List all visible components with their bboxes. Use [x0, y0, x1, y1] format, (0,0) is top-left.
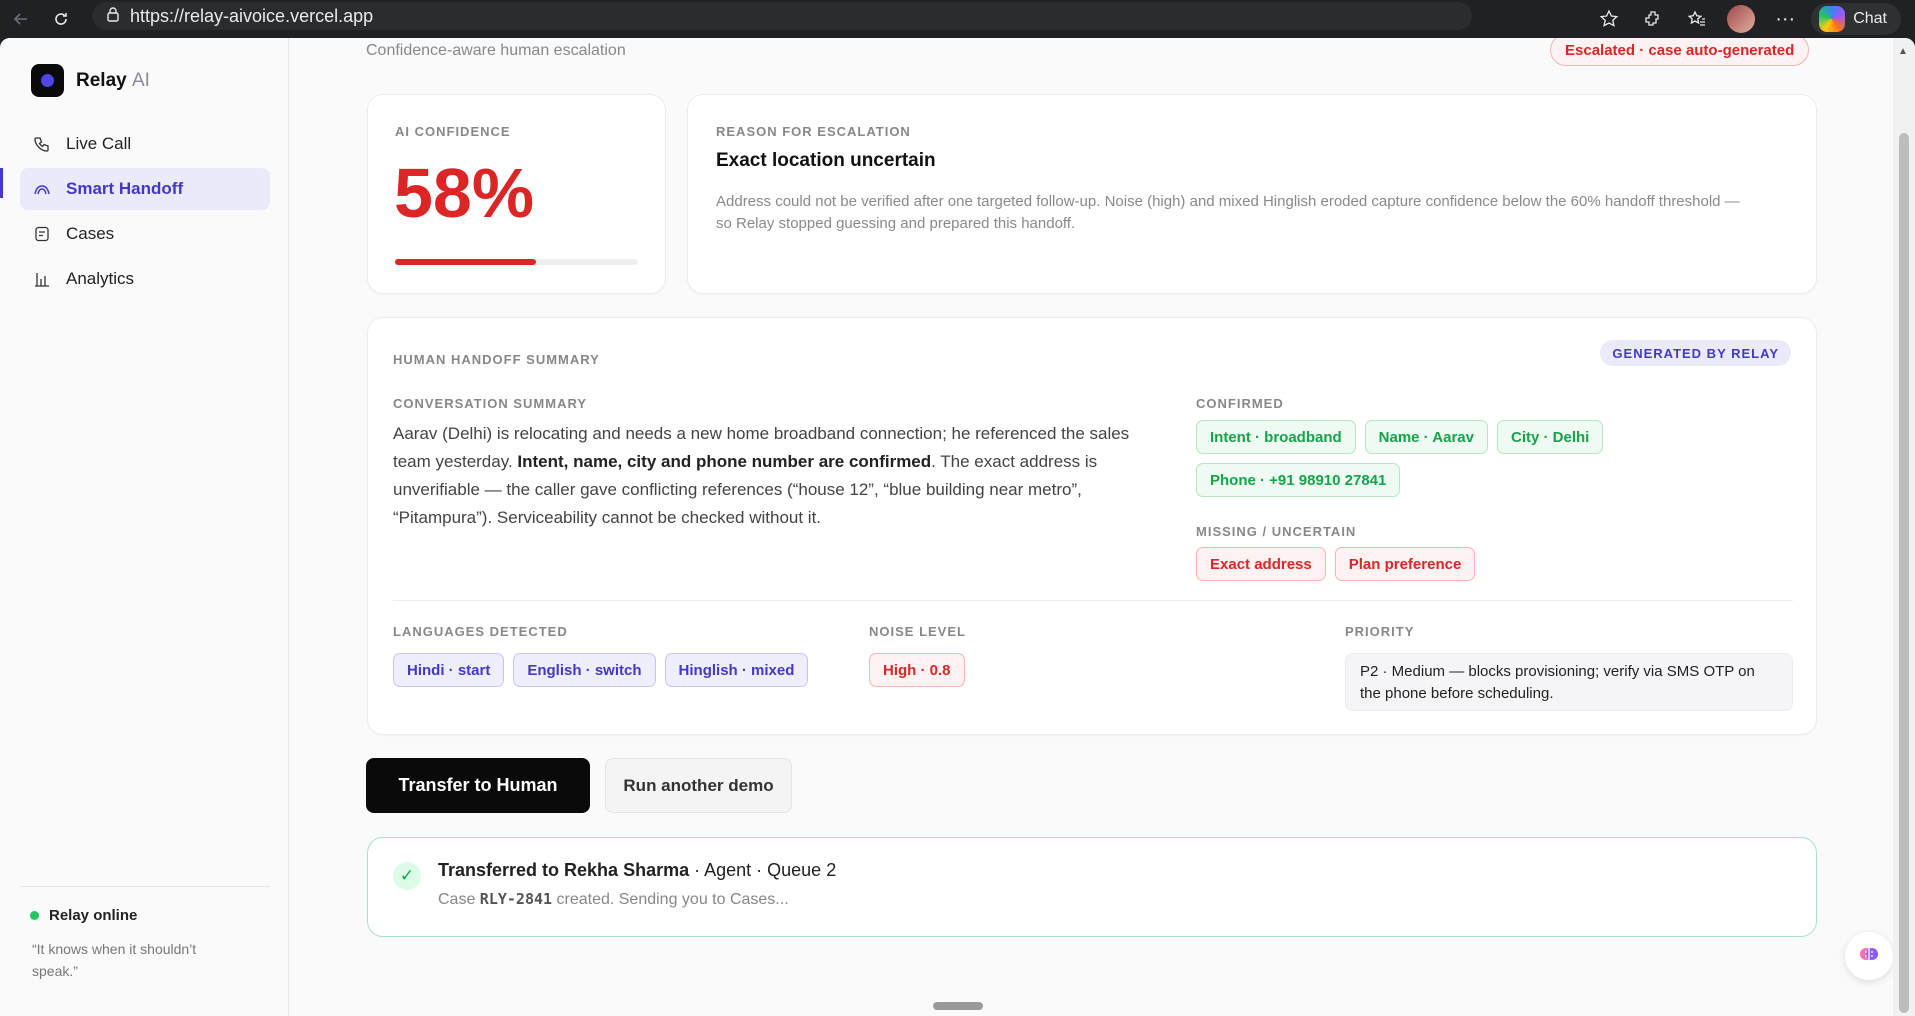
handoff-icon	[32, 179, 52, 199]
missing-chip: Exact address	[1196, 547, 1326, 581]
confirmed-chip: Name · Aarav	[1364, 420, 1488, 454]
confidence-bar	[395, 259, 638, 265]
browser-toolbar: https://relay-aivoice.vercel.app ··· Cha…	[0, 0, 1915, 38]
reload-icon[interactable]	[46, 4, 76, 34]
scroll-up-arrow-icon[interactable]: ▲	[1898, 46, 1908, 57]
brand-name: Relay	[76, 69, 127, 91]
confidence-label: AI CONFIDENCE	[395, 124, 511, 139]
conversation-summary-label: CONVERSATION SUMMARY	[393, 396, 588, 411]
conversation-text-bold: Intent, name, city and phone number are …	[517, 452, 932, 471]
assistant-brain-button[interactable]	[1845, 932, 1893, 980]
brand-logo-icon	[31, 64, 64, 97]
address-bar[interactable]: https://relay-aivoice.vercel.app	[92, 2, 1472, 30]
missing-chips: Exact address Plan preference	[1196, 547, 1476, 581]
priority-box: P2 · Medium — blocks provisioning; verif…	[1345, 653, 1793, 711]
sidebar-item-label: Live Call	[66, 134, 132, 153]
missing-chip: Plan preference	[1334, 547, 1476, 581]
noise-chips: High · 0.8	[869, 653, 965, 687]
brain-icon	[1857, 942, 1881, 971]
reason-card: REASON FOR ESCALATION Exact location unc…	[687, 94, 1817, 294]
transfer-agent-name: Transferred to Rekha Sharma	[438, 860, 690, 880]
language-chip: English · switch	[513, 653, 656, 687]
vertical-scrollbar[interactable]: ▲	[1893, 38, 1915, 1016]
favorites-icon[interactable]	[1679, 3, 1715, 35]
transfer-status-card: ✓ Transferred to Rekha Sharma · Agent · …	[367, 837, 1817, 937]
app-window: Relay AI Live Call Smart Handoff Cases A…	[0, 38, 1915, 1016]
sidebar-item-live-call[interactable]: Live Call	[20, 123, 270, 165]
lock-icon	[106, 6, 120, 27]
confirmed-label: CONFIRMED	[1196, 396, 1284, 411]
scrollbar-thumb[interactable]	[1899, 133, 1909, 1013]
confidence-bar-fill	[395, 259, 536, 265]
sidebar-nav: Live Call Smart Handoff Cases Analytics	[20, 123, 270, 303]
sidebar-item-label: Smart Handoff	[66, 179, 184, 198]
sidebar-item-smart-handoff[interactable]: Smart Handoff	[20, 168, 270, 210]
case-icon	[32, 224, 52, 244]
confidence-card: AI CONFIDENCE 58%	[367, 94, 666, 294]
noise-chip: High · 0.8	[869, 653, 965, 687]
confirmed-chip: Intent · broadband	[1196, 420, 1356, 454]
sidebar-footer: Relay online “It knows when it shouldn’t…	[20, 886, 270, 982]
missing-label: MISSING / UNCERTAIN	[1196, 524, 1357, 539]
language-chips: Hindi · start English · switch Hinglish …	[393, 653, 809, 687]
confidence-value: 58%	[394, 154, 535, 232]
noise-label: NOISE LEVEL	[869, 624, 966, 639]
relay-status: Relay online	[20, 907, 270, 924]
handoff-summary-card: HUMAN HANDOFF SUMMARY GENERATED BY RELAY…	[367, 317, 1817, 735]
case-id: RLY-2841	[479, 890, 553, 908]
online-dot-icon	[30, 911, 39, 920]
run-another-demo-button[interactable]: Run another demo	[605, 758, 792, 813]
brand: Relay AI	[31, 64, 150, 97]
transfer-line: Transferred to Rekha Sharma · Agent · Qu…	[438, 860, 836, 881]
case-suffix: created. Sending you to Cases...	[552, 891, 789, 908]
escalation-badge: Escalated · case auto-generated	[1550, 38, 1810, 66]
copilot-icon	[1819, 6, 1846, 32]
check-icon: ✓	[393, 862, 421, 890]
chat-label: Chat	[1853, 10, 1887, 27]
horizontal-scroll-handle[interactable]	[933, 1002, 983, 1010]
page-subtitle: Confidence-aware human escalation	[366, 42, 626, 59]
reason-text: Address could not be verified after one …	[716, 193, 1740, 232]
transfer-agent-role: · Agent · Queue 2	[689, 860, 837, 880]
extensions-icon[interactable]	[1635, 3, 1671, 35]
case-prefix: Case	[438, 891, 480, 908]
favorite-star-icon[interactable]	[1591, 3, 1627, 35]
phone-icon	[32, 134, 52, 154]
reason-label: REASON FOR ESCALATION	[716, 124, 911, 139]
generated-badge: GENERATED BY RELAY	[1600, 340, 1791, 366]
sidebar-item-label: Cases	[66, 224, 115, 243]
more-menu-icon[interactable]: ···	[1767, 3, 1803, 35]
languages-label: LANGUAGES DETECTED	[393, 624, 568, 639]
status-text: Relay online	[49, 907, 138, 924]
sidebar-item-label: Analytics	[66, 269, 135, 288]
main-content: Confidence-aware human escalation Escala…	[289, 38, 1895, 1016]
tagline: “It knows when it shouldn’t speak.”	[32, 941, 197, 979]
priority-label: PRIORITY	[1345, 624, 1415, 639]
sidebar-item-analytics[interactable]: Analytics	[20, 258, 270, 300]
back-icon[interactable]	[6, 4, 36, 34]
copilot-chat-button[interactable]: Chat	[1811, 3, 1901, 35]
transfer-case-line: Case RLY-2841 created. Sending you to Ca…	[438, 890, 789, 909]
confirmed-chip: City · Delhi	[1496, 420, 1604, 454]
confirmed-chips: Intent · broadband Name · Aarav City · D…	[1196, 420, 1616, 497]
brand-suffix: AI	[131, 69, 150, 91]
language-chip: Hindi · start	[393, 653, 505, 687]
conversation-summary-text: Aarav (Delhi) is relocating and needs a …	[393, 420, 1153, 532]
transfer-to-human-button[interactable]: Transfer to Human	[366, 758, 590, 813]
url-text: https://relay-aivoice.vercel.app	[130, 5, 374, 26]
summary-divider	[393, 600, 1793, 601]
active-nav-indicator	[0, 168, 3, 198]
confirmed-chip: Phone · +91 98910 27841	[1196, 463, 1401, 497]
chart-icon	[32, 269, 52, 289]
summary-header: HUMAN HANDOFF SUMMARY	[393, 352, 600, 367]
language-chip: Hinglish · mixed	[664, 653, 809, 687]
sidebar-item-cases[interactable]: Cases	[20, 213, 270, 255]
profile-avatar[interactable]	[1723, 3, 1759, 35]
sidebar: Relay AI Live Call Smart Handoff Cases A…	[0, 38, 289, 1016]
reason-title: Exact location uncertain	[716, 150, 936, 171]
